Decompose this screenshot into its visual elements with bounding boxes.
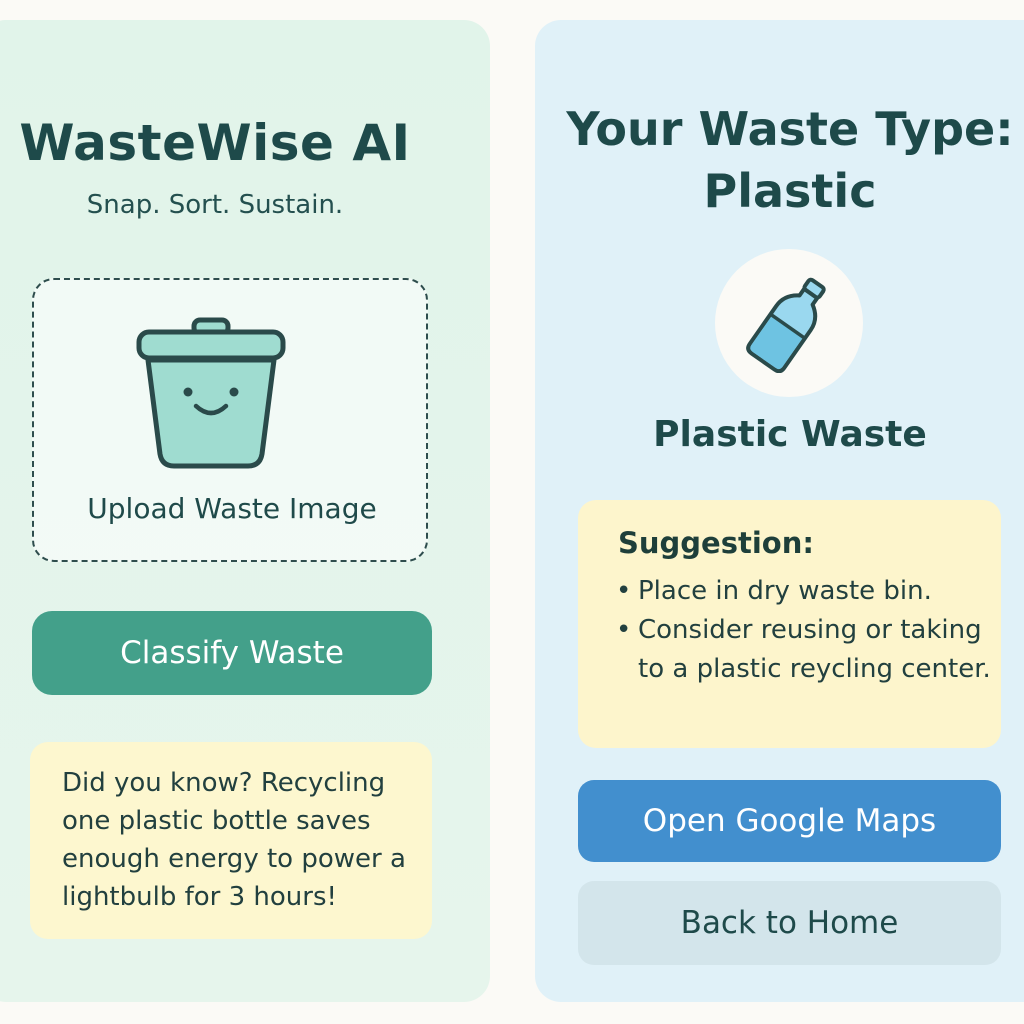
app-title: WasteWise AI <box>19 114 411 172</box>
suggestion-card: Suggestion: Place in dry waste bin. Cons… <box>578 500 1001 748</box>
result-panel: Your Waste Type: Plastic Plastic Waste S… <box>535 20 1024 1002</box>
classify-waste-button[interactable]: Classify Waste <box>32 611 432 695</box>
suggestion-item: Consider reusing or taking to a plastic … <box>616 611 996 689</box>
waste-type-label: Plastic Waste <box>653 414 927 455</box>
app-tagline: Snap. Sort. Sustain. <box>86 190 344 220</box>
waste-icon-circle <box>715 249 863 397</box>
trash-bin-smiley-icon <box>136 317 286 469</box>
fact-card: Did you know? Recycling one plastic bott… <box>30 742 432 939</box>
result-heading-line2: Plastic <box>703 164 877 218</box>
upload-panel: WasteWise AI Snap. Sort. Sustain. Upload… <box>0 20 490 1002</box>
result-heading-line1: Your Waste Type: <box>566 102 1014 156</box>
fact-text: Did you know? Recycling one plastic bott… <box>62 768 406 912</box>
plastic-bottle-icon <box>746 277 826 373</box>
upload-dropzone[interactable]: Upload Waste Image <box>32 278 428 562</box>
suggestion-item: Place in dry waste bin. <box>616 572 996 611</box>
back-to-home-button[interactable]: Back to Home <box>578 881 1001 965</box>
suggestion-list: Place in dry waste bin. Consider reusing… <box>616 572 996 689</box>
result-heading: Your Waste Type: Plastic <box>535 98 1024 222</box>
suggestion-title: Suggestion: <box>618 526 814 560</box>
upload-label: Upload Waste Image <box>87 492 377 525</box>
open-google-maps-button[interactable]: Open Google Maps <box>578 780 1001 862</box>
